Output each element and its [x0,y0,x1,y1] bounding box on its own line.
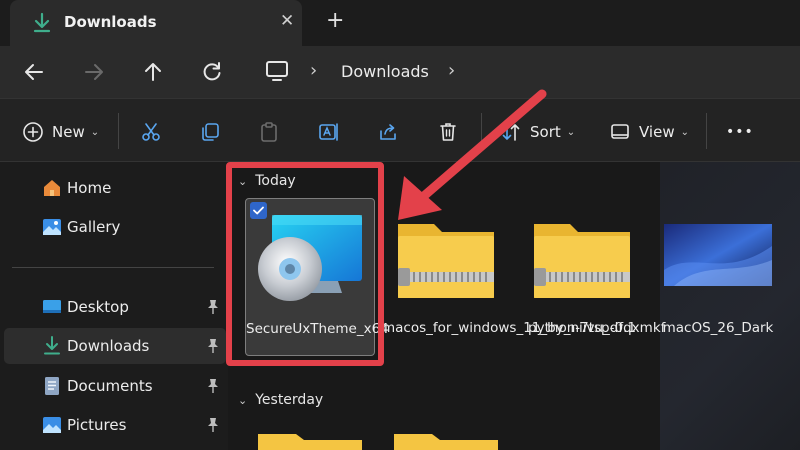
pin-icon[interactable] [206,417,220,433]
sidebar-item-label: Home [67,179,112,197]
sidebar-item-desktop[interactable]: Desktop [4,289,226,325]
arrow-up-icon [145,63,161,81]
download-icon [44,336,60,355]
view-icon [611,124,629,139]
sidebar-item-gallery[interactable]: Gallery [4,209,226,245]
sidebar-item-pictures[interactable]: Pictures [4,407,226,443]
home-icon [44,180,60,196]
new-button[interactable]: New ⌄ [22,119,99,145]
sidebar-item-home[interactable]: Home [4,170,226,206]
paste-button[interactable] [258,119,280,145]
breadcrumb-separator[interactable]: › [310,60,317,81]
pictures-icon [43,417,61,433]
folder-icon[interactable] [258,432,362,450]
sidebar-divider [12,267,214,268]
chevron-down-icon: ⌄ [680,126,689,138]
rename-button[interactable] [318,119,340,145]
rename-icon [319,123,338,141]
toolbar-divider [706,113,707,149]
sidebar-item-label: Downloads [67,337,150,355]
group-label: Yesterday [255,392,324,408]
plus-circle-icon [23,122,43,142]
group-header-yesterday[interactable]: ⌄ Yesterday [238,392,323,408]
tab-downloads[interactable]: Downloads ✕ [10,0,302,46]
documents-icon [45,377,59,395]
view-label: View [639,123,675,141]
desktop-icon [43,300,61,313]
forward-button[interactable] [80,58,108,86]
sidebar-item-label: Documents [67,377,153,395]
sidebar-item-downloads[interactable]: Downloads [4,328,226,364]
arrow-left-icon [25,64,43,80]
download-icon [33,12,51,33]
breadcrumb-downloads[interactable]: Downloads [341,62,429,81]
new-tab-button[interactable]: + [326,8,344,33]
file-item[interactable]: macOS_26_Dark [654,198,782,356]
arrow-right-icon [85,64,103,80]
chevron-down-icon: ⌄ [238,393,248,407]
clipboard-icon [261,122,277,142]
new-label: New [52,123,85,141]
copy-icon [202,123,219,141]
cut-button[interactable] [140,119,162,145]
file-name: macos_for_windows_11_by_niivu_dfqxmkf [382,320,666,336]
more-options-button[interactable]: ••• [726,119,754,145]
pin-icon[interactable] [206,299,220,315]
navigation-pane: Home Gallery Desktop Downloads Documents… [0,162,228,450]
highlight-box [226,162,384,366]
sidebar-item-documents[interactable]: Documents [4,368,226,404]
sidebar-item-label: Desktop [67,298,129,316]
file-name: macOS_26_Dark [662,320,774,336]
pin-icon[interactable] [206,338,220,354]
gallery-icon [43,219,61,235]
back-button[interactable] [20,58,48,86]
refresh-icon [203,62,221,81]
folder-icon[interactable] [394,432,498,450]
copy-button[interactable] [199,119,221,145]
view-button[interactable]: View ⌄ [609,119,689,145]
pin-icon[interactable] [206,378,220,394]
close-tab-icon[interactable]: ✕ [280,11,294,31]
scissors-icon [142,123,160,141]
more-icon: ••• [726,124,754,140]
file-name: python-7tsp-0.1 [528,320,636,336]
chevron-down-icon: ⌄ [566,126,576,138]
title-bar: Downloads ✕ + [0,0,800,46]
tab-title: Downloads [64,13,157,31]
image-thumbnail [664,224,772,286]
sidebar-item-label: Gallery [67,218,121,236]
refresh-button[interactable] [198,58,226,86]
pointer-arrow [398,89,547,220]
this-pc-icon[interactable] [264,58,290,84]
chevron-down-icon: ⌄ [90,126,100,138]
sidebar-item-label: Pictures [67,416,127,434]
breadcrumb-separator[interactable]: › [448,60,455,81]
toolbar-divider [118,113,119,149]
up-button[interactable] [139,58,167,86]
